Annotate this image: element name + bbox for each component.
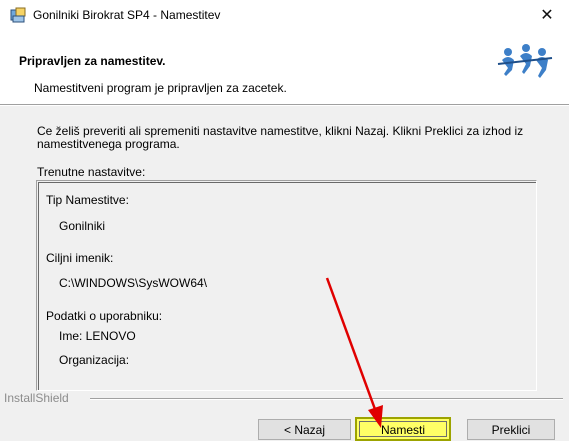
target-dir-label: Ciljni imenik:: [46, 251, 114, 265]
window-title: Gonilniki Birokrat SP4 - Namestitev: [33, 8, 221, 22]
installshield-brand: InstallShield: [4, 391, 69, 405]
install-type-label: Tip Namestitve:: [46, 193, 129, 207]
header-title: Pripravljen za namestitev.: [19, 54, 166, 68]
wizard-body: Ce želiš preveriti ali spremeniti nastav…: [0, 106, 569, 441]
header-subtitle: Namestitveni program je pripravljen za z…: [34, 81, 287, 95]
close-icon: ✕: [540, 5, 554, 24]
title-bar: Gonilniki Birokrat SP4 - Namestitev ✕: [0, 0, 569, 30]
settings-summary-box[interactable]: Tip Namestitve: Gonilniki Ciljni imenik:…: [36, 180, 537, 391]
close-button[interactable]: ✕: [525, 0, 569, 30]
footer-separator: [90, 398, 563, 400]
current-settings-label: Trenutne nastavitve:: [37, 165, 146, 179]
wizard-header: Pripravljen za namestitev. Namestitveni …: [0, 30, 569, 105]
install-button-label: Namesti: [359, 421, 447, 437]
back-button[interactable]: < Nazaj: [258, 419, 351, 440]
install-button[interactable]: Namesti: [355, 417, 451, 441]
cancel-button[interactable]: Preklici: [467, 419, 555, 440]
user-name: Ime: LENOVO: [59, 329, 136, 343]
install-type-value: Gonilniki: [59, 219, 106, 233]
organization: Organizacija:: [59, 353, 130, 367]
installer-icon: [10, 7, 26, 23]
installshield-logo: [497, 44, 553, 78]
settings-summary-inner: Tip Namestitve: Gonilniki Ciljni imenik:…: [38, 182, 536, 390]
target-dir-value: C:\WINDOWS\SysWOW64\: [59, 276, 207, 290]
user-info-label: Podatki o uporabniku:: [46, 309, 163, 323]
intro-text: Ce želiš preveriti ali spremeniti nastav…: [37, 124, 524, 151]
